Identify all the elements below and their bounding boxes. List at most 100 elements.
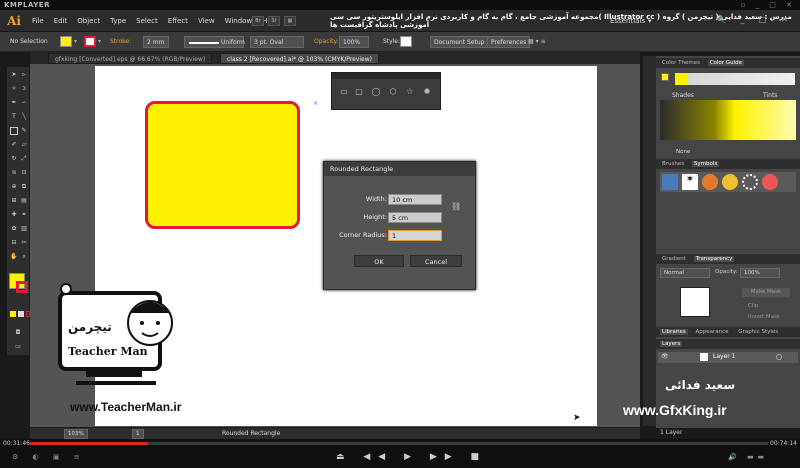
window-controls[interactable]: 🔍 _ □ ✕ xyxy=(716,15,794,24)
layer-name[interactable]: Layer 1 xyxy=(713,353,735,360)
direct-selection-tool-icon[interactable]: ▹ xyxy=(20,71,28,79)
arrange-docs-icon[interactable]: ▦ xyxy=(284,16,296,26)
color-guide-grid[interactable] xyxy=(660,100,796,140)
zoom-select[interactable]: 103% xyxy=(64,429,88,439)
gradient-icon[interactable]: ▤ xyxy=(20,197,28,205)
document-setup-button[interactable]: Document Setup xyxy=(430,36,489,48)
rectangle-tool-icon[interactable] xyxy=(10,127,18,135)
invert-mask-checkbox[interactable]: Invert Mask xyxy=(748,314,780,320)
symbol-item[interactable] xyxy=(742,174,758,190)
artboard-number[interactable]: 1 xyxy=(132,429,144,439)
symbol-item[interactable] xyxy=(702,174,718,190)
graph-icon[interactable]: ▥ xyxy=(20,225,28,233)
zoom-icon[interactable]: ⌕ xyxy=(20,253,28,261)
target-icon[interactable] xyxy=(776,354,782,360)
drawing-modes-icon[interactable]: ◘ xyxy=(14,329,22,337)
opacity-field-panel[interactable]: 100% xyxy=(740,268,780,278)
tab-gfxking[interactable]: gfxking [Converted].eps @ 66.67% (RGB/Pr… xyxy=(48,53,213,64)
tab-layers[interactable]: Layers xyxy=(660,341,683,347)
opacity-field[interactable]: 100% xyxy=(339,36,369,48)
stroke-weight-field[interactable]: 2 mm xyxy=(143,36,169,48)
menu-view[interactable]: View xyxy=(198,17,215,25)
cancel-button[interactable]: Cancel xyxy=(410,255,462,267)
ok-button[interactable]: OK xyxy=(354,255,404,267)
symbol-sprayer-icon[interactable]: ✿ xyxy=(10,225,18,233)
free-transform-icon[interactable]: ⊡ xyxy=(20,169,28,177)
eyedropper-icon[interactable]: ✚ xyxy=(10,211,18,219)
symbol-item[interactable] xyxy=(722,174,738,190)
none-mode-icon[interactable] xyxy=(26,311,30,317)
volume-icon[interactable]: 🔊 ▬▬ xyxy=(728,453,768,461)
symbols-strip[interactable]: ✶ xyxy=(660,172,796,192)
tab-class2[interactable]: class 2 [Recovered].ai* @ 103% (CMYK/Pre… xyxy=(220,53,379,64)
brush-select[interactable]: 3 pt. Oval xyxy=(250,36,304,48)
player-window-controls[interactable]: ▫ _ □ ✕ xyxy=(741,0,796,10)
constrain-link-icon[interactable]: ⛓ xyxy=(451,202,461,211)
gradient-mode-icon[interactable] xyxy=(18,311,24,317)
width-tool-icon[interactable]: ≋ xyxy=(10,169,18,177)
slice-icon[interactable]: ✂ xyxy=(20,239,28,247)
layer-row[interactable]: 👁 Layer 1 xyxy=(658,352,798,363)
rounded-rectangle-tool-icon[interactable]: ▢ xyxy=(353,86,365,98)
screen-mode-icon[interactable]: ▭ xyxy=(14,343,22,351)
stroke-profile-select[interactable]: Uniform xyxy=(184,36,245,48)
polygon-tool-icon[interactable]: ⬡ xyxy=(387,86,399,98)
make-mask-button[interactable]: Make Mask xyxy=(742,288,790,297)
artboard-tool-icon[interactable]: ⊟ xyxy=(10,239,18,247)
curvature-tool-icon[interactable]: ∽ xyxy=(20,99,28,107)
selection-tool-icon[interactable]: ➤ xyxy=(10,71,18,79)
menu-window[interactable]: Window xyxy=(225,17,253,25)
color-mode-icon[interactable] xyxy=(10,311,16,317)
menu-effect[interactable]: Effect xyxy=(168,17,188,25)
stroke-swatch[interactable] xyxy=(84,36,96,47)
symbol-item[interactable] xyxy=(762,174,778,190)
fill-swatch[interactable] xyxy=(60,36,72,47)
symbol-item[interactable] xyxy=(662,174,678,190)
star-tool-icon[interactable]: ☆ xyxy=(404,86,416,98)
pen-tool-icon[interactable]: ✒ xyxy=(10,99,18,107)
opacity-label[interactable]: Opacity: xyxy=(314,36,339,48)
ellipse-tool-icon[interactable]: ◯ xyxy=(370,86,382,98)
tab-color-guide[interactable]: Color Guide xyxy=(707,60,744,66)
tab-color-themes[interactable]: Color Themes xyxy=(660,60,702,66)
visibility-eye-icon[interactable]: 👁 xyxy=(661,353,669,360)
flare-tool-icon[interactable]: ✺ xyxy=(421,86,433,98)
menu-object[interactable]: Object xyxy=(77,17,100,25)
harmony-rule-bar[interactable] xyxy=(675,73,795,85)
menu-edit[interactable]: Edit xyxy=(54,17,68,25)
style-swatch[interactable] xyxy=(400,36,412,47)
tab-gradient[interactable]: Gradient xyxy=(660,256,688,262)
blend-icon[interactable]: ⚭ xyxy=(20,211,28,219)
chevron-down-icon[interactable]: ▾ xyxy=(98,36,101,48)
lasso-icon[interactable]: ↄ xyxy=(20,85,28,93)
tab-appearance[interactable]: Appearance xyxy=(694,329,731,335)
shaper-tool-icon[interactable]: ✐ xyxy=(10,141,18,149)
playback-buttons[interactable]: ⏏ ◀◀ ▶ ▶▶ ■ xyxy=(336,452,487,462)
workspace-switcher[interactable]: Essentials xyxy=(610,17,652,25)
line-tool-icon[interactable]: ╲ xyxy=(20,113,28,121)
player-left-icons[interactable]: ⚙ ◐ ▣ ≡ xyxy=(12,453,86,461)
mesh-icon[interactable]: ⊞ xyxy=(10,197,18,205)
type-tool-icon[interactable]: T xyxy=(10,113,18,121)
arrange-icon[interactable]: ▦ ▾ ≡ xyxy=(528,36,546,48)
blend-mode-select[interactable]: Normal xyxy=(660,268,710,278)
tab-brushes[interactable]: Brushes xyxy=(660,161,686,167)
bridge-icon[interactable]: Br xyxy=(252,16,264,26)
perspective-icon[interactable]: ⧉ xyxy=(20,183,28,191)
eraser-icon[interactable]: ▱ xyxy=(20,141,28,149)
menu-select[interactable]: Select xyxy=(136,17,158,25)
shape-builder-icon[interactable]: ⊕ xyxy=(10,183,18,191)
paintbrush-icon[interactable]: ✎ xyxy=(20,127,28,135)
tab-transparency[interactable]: Transparency xyxy=(693,256,735,262)
stroke-color-box[interactable] xyxy=(16,281,28,293)
stroke-label[interactable]: Stroke: xyxy=(110,36,131,48)
rectangle-tool-icon[interactable]: ▭ xyxy=(338,86,350,98)
magic-wand-icon[interactable]: ✧ xyxy=(10,85,18,93)
hand-icon[interactable]: ✋ xyxy=(10,253,18,261)
menu-file[interactable]: File xyxy=(32,17,44,25)
width-field[interactable]: 10 cm xyxy=(388,194,442,205)
stock-icon[interactable]: St xyxy=(268,16,280,26)
tab-symbols[interactable]: Symbols xyxy=(691,161,720,167)
symbol-item[interactable]: ✶ xyxy=(682,174,698,190)
rounded-rectangle-shape[interactable] xyxy=(145,101,300,229)
